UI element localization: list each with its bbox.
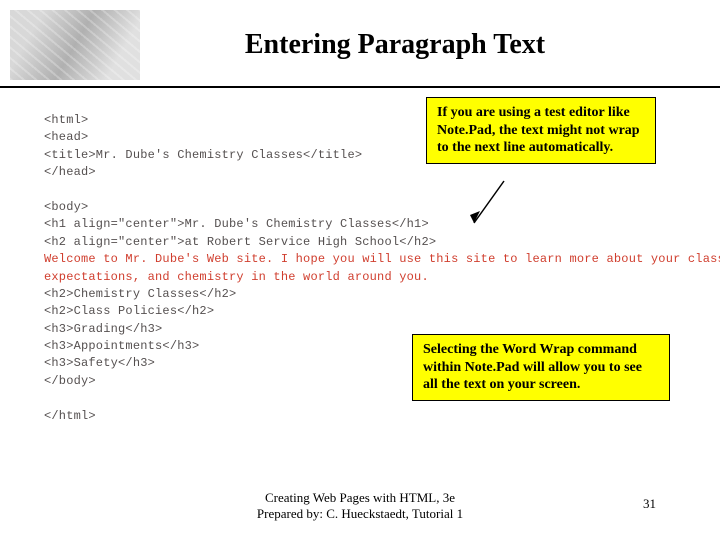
code-line: <title>Mr. Dube's Chemistry Classes</tit… [44,148,362,162]
slide-title: Entering Paragraph Text [150,29,700,61]
code-line-highlight: Welcome to Mr. Dube's Web site. I hope y… [44,252,720,266]
header-image [10,10,140,80]
code-line: <h2 align="center">at Robert Service Hig… [44,235,436,249]
footer-text: Creating Web Pages with HTML, 3e Prepare… [257,490,463,523]
code-line: <h2>Chemistry Classes</h2> [44,287,236,301]
code-line: <h2>Class Policies</h2> [44,304,214,318]
code-line: <head> [44,130,88,144]
slide-content: <html> <head> <title>Mr. Dube's Chemistr… [0,112,720,472]
code-line: <h3>Safety</h3> [44,356,155,370]
code-line: <h3>Grading</h3> [44,322,162,336]
divider [0,86,720,88]
code-line: <h3>Appointments</h3> [44,339,199,353]
footer-line2: Prepared by: C. Hueckstaedt, Tutorial 1 [257,506,463,522]
footer-line1: Creating Web Pages with HTML, 3e [257,490,463,506]
callout-top: If you are using a test editor like Note… [426,97,656,164]
code-line: </html> [44,409,96,423]
callout-bottom: Selecting the Word Wrap command within N… [412,334,670,401]
code-line: <h1 align="center">Mr. Dube's Chemistry … [44,217,429,231]
code-line: <html> [44,113,88,127]
slide-footer: Creating Web Pages with HTML, 3e Prepare… [0,490,720,523]
code-line: </body> [44,374,96,388]
slide-header: Entering Paragraph Text [0,0,720,80]
code-line: <body> [44,200,88,214]
page-number: 31 [643,496,656,512]
code-line-highlight: expectations, and chemistry in the world… [44,270,429,284]
code-line: </head> [44,165,96,179]
